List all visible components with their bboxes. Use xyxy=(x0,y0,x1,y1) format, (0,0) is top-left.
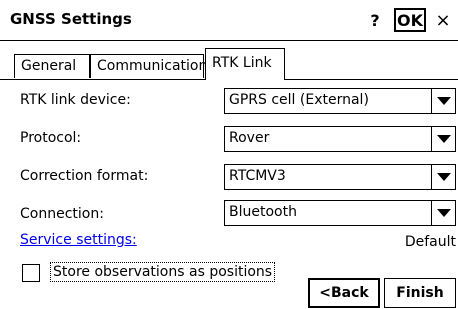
chevron-down-icon[interactable] xyxy=(431,165,455,189)
rtk-link-device-select[interactable]: GPRS cell (External) xyxy=(224,88,456,114)
rtk-link-device-label: RTK link device: xyxy=(20,92,131,108)
connection-label: Connection: xyxy=(20,206,104,222)
ok-button[interactable]: OK xyxy=(394,8,426,32)
tab-strip: General Communication RTK Link xyxy=(0,40,458,80)
finish-button[interactable]: Finish xyxy=(384,278,456,308)
tab-general[interactable]: General xyxy=(14,54,90,78)
connection-value: Bluetooth xyxy=(229,204,297,220)
title-bar: GNSS Settings ? OK × xyxy=(0,0,458,41)
close-button[interactable]: × xyxy=(430,8,456,32)
protocol-label: Protocol: xyxy=(20,130,82,146)
back-button[interactable]: <Back xyxy=(308,278,380,308)
chevron-down-icon[interactable] xyxy=(431,89,455,113)
store-observations-checkbox[interactable] xyxy=(22,264,40,282)
rtk-link-device-value: GPRS cell (External) xyxy=(229,92,369,108)
tab-communication[interactable]: Communication xyxy=(90,54,207,78)
help-button[interactable]: ? xyxy=(362,8,388,32)
protocol-select[interactable]: Rover xyxy=(224,126,456,152)
service-settings-value: Default xyxy=(404,234,456,250)
tab-divider-gap xyxy=(206,79,284,80)
service-settings-link[interactable]: Service settings: xyxy=(20,232,137,248)
tab-rtk-link[interactable]: RTK Link xyxy=(205,48,285,80)
correction-format-label: Correction format: xyxy=(20,168,149,184)
window-title: GNSS Settings xyxy=(10,10,132,28)
store-observations-label[interactable]: Store observations as positions xyxy=(50,262,276,282)
chevron-down-icon[interactable] xyxy=(431,127,455,151)
correction-format-select[interactable]: RTCMV3 xyxy=(224,164,456,190)
correction-format-value: RTCMV3 xyxy=(229,168,286,184)
protocol-value: Rover xyxy=(229,130,270,146)
chevron-down-icon[interactable] xyxy=(431,201,455,225)
connection-select[interactable]: Bluetooth xyxy=(224,200,456,226)
